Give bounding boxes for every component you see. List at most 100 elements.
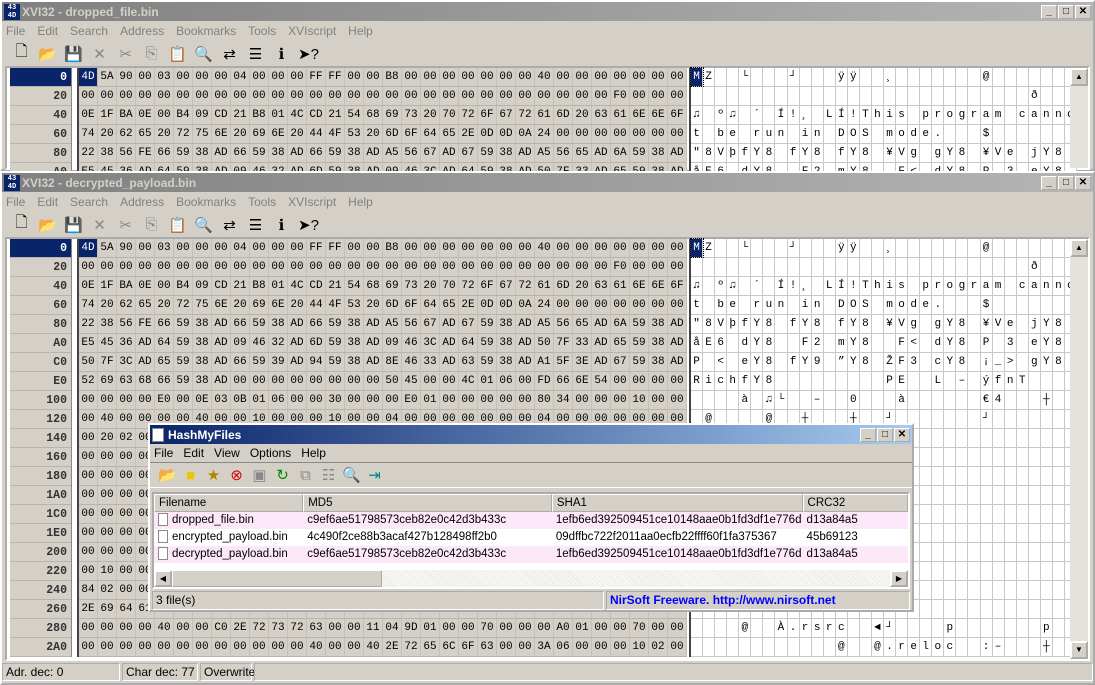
hex-cell[interactable]: 00 <box>421 239 440 257</box>
char-cell[interactable] <box>1017 543 1029 561</box>
hex-cell[interactable]: 59 <box>326 353 345 371</box>
char-cell[interactable]: Y <box>1041 315 1053 333</box>
hex-cell[interactable]: 00 <box>516 258 535 276</box>
char-cell[interactable] <box>981 467 993 485</box>
char-cell[interactable] <box>1005 448 1017 466</box>
char-cell[interactable] <box>993 467 1005 485</box>
hex-cell[interactable]: E0 <box>155 391 174 409</box>
hex-cell[interactable]: 00 <box>117 562 136 580</box>
hex-cell[interactable]: 6D <box>307 334 326 352</box>
char-cell[interactable]: " <box>691 144 704 162</box>
char-cell[interactable]: ┘ <box>788 68 800 86</box>
char-cell[interactable]: ! <box>848 106 860 124</box>
hex-cell[interactable]: 00 <box>668 296 687 314</box>
char-cell[interactable] <box>993 562 1005 580</box>
hex-cell[interactable]: 67 <box>459 315 478 333</box>
char-cell[interactable] <box>1053 68 1065 86</box>
char-cell[interactable] <box>751 638 764 656</box>
char-cell[interactable]: ÿ <box>848 239 860 257</box>
hex-cell[interactable]: 00 <box>592 258 611 276</box>
char-cell[interactable] <box>703 277 716 295</box>
hex-cell[interactable]: AD <box>136 353 155 371</box>
char-cell[interactable] <box>691 258 704 276</box>
char-cell[interactable]: F <box>800 334 812 352</box>
hex-cell[interactable]: 65 <box>573 144 592 162</box>
char-cell[interactable] <box>932 619 945 637</box>
menu-search[interactable]: Search <box>70 195 108 209</box>
hex-cell[interactable]: 00 <box>117 505 136 523</box>
char-cell[interactable] <box>1017 258 1029 276</box>
char-cell[interactable] <box>1017 239 1029 257</box>
char-cell[interactable] <box>932 87 945 105</box>
hex-cell[interactable]: FE <box>136 315 155 333</box>
hex-cell[interactable]: 00 <box>402 68 421 86</box>
hex-cell[interactable]: 00 <box>212 68 231 86</box>
char-cell[interactable] <box>932 448 945 466</box>
char-cell[interactable] <box>993 619 1005 637</box>
char-cell[interactable] <box>1053 429 1065 447</box>
char-cell[interactable]: Z <box>703 239 716 257</box>
hex-cell[interactable]: 30 <box>326 391 345 409</box>
hex-cell[interactable]: 00 <box>611 619 630 637</box>
hex-cell[interactable]: 0D <box>478 125 497 143</box>
char-cell[interactable] <box>1029 372 1041 390</box>
char-cell[interactable] <box>968 619 981 637</box>
char-cell[interactable] <box>981 505 993 523</box>
hex-cell[interactable]: FF <box>326 239 345 257</box>
char-cell[interactable]: ­ <box>920 144 933 162</box>
char-cell[interactable] <box>944 410 957 428</box>
char-cell[interactable] <box>788 296 800 314</box>
hex-cell[interactable]: 52 <box>79 372 98 390</box>
hex-cell[interactable]: 0E <box>79 106 98 124</box>
char-cell[interactable]: 8 <box>860 334 872 352</box>
char-cell[interactable]: f <box>739 315 752 333</box>
menu-search[interactable]: Search <box>70 24 108 38</box>
char-cell[interactable]: V <box>993 144 1005 162</box>
hex-cell[interactable]: 00 <box>98 391 117 409</box>
char-cell[interactable] <box>920 581 933 599</box>
char-cell[interactable] <box>691 638 704 656</box>
hex-cell[interactable]: 4C <box>288 277 307 295</box>
char-cell[interactable] <box>981 543 993 561</box>
hex-cell[interactable]: 00 <box>630 258 649 276</box>
hex-cell[interactable]: 20 <box>288 296 307 314</box>
char-cell[interactable]: p <box>920 277 933 295</box>
char-cell[interactable] <box>800 239 812 257</box>
char-cell[interactable] <box>956 410 969 428</box>
char-cell[interactable] <box>968 600 981 618</box>
char-cell[interactable] <box>1017 581 1029 599</box>
char-cell[interactable]: D <box>836 296 848 314</box>
char-cell[interactable]: ◄ <box>872 619 884 637</box>
char-cell[interactable] <box>944 296 957 314</box>
char-cell[interactable] <box>1005 87 1017 105</box>
hex-cell[interactable]: 2E <box>383 638 402 656</box>
hex-cell[interactable]: 00 <box>535 87 554 105</box>
char-cell[interactable] <box>1029 410 1041 428</box>
hex-cell[interactable]: 62 <box>117 125 136 143</box>
char-cell[interactable] <box>968 68 981 86</box>
char-cell[interactable] <box>739 638 752 656</box>
char-cell[interactable] <box>800 638 812 656</box>
hex-cell[interactable]: 00 <box>478 391 497 409</box>
hex-cell[interactable]: 63 <box>117 372 136 390</box>
char-cell[interactable] <box>1041 467 1053 485</box>
hex-cell[interactable]: 6A <box>611 315 630 333</box>
hex-cell[interactable]: 20 <box>231 296 250 314</box>
char-cell[interactable] <box>968 429 981 447</box>
char-cell[interactable]: – <box>956 372 969 390</box>
char-cell[interactable] <box>775 239 788 257</box>
hex-cell[interactable]: 00 <box>440 87 459 105</box>
hex-cell[interactable]: 70 <box>440 106 459 124</box>
hex-cell[interactable]: AD <box>592 315 611 333</box>
hex-cell[interactable]: 00 <box>250 87 269 105</box>
char-cell[interactable]: ¥ <box>884 315 897 333</box>
hex-cell[interactable]: FF <box>326 68 345 86</box>
maximize-button[interactable]: □ <box>1058 4 1074 19</box>
char-cell[interactable]: ý <box>981 372 993 390</box>
hex-cell[interactable]: 00 <box>269 68 288 86</box>
char-cell[interactable] <box>1017 524 1029 542</box>
char-cell[interactable]: ­ <box>968 353 981 371</box>
char-cell[interactable]: ­ <box>775 315 788 333</box>
hex-cell[interactable]: 00 <box>554 296 573 314</box>
char-cell[interactable]: Y <box>751 144 764 162</box>
